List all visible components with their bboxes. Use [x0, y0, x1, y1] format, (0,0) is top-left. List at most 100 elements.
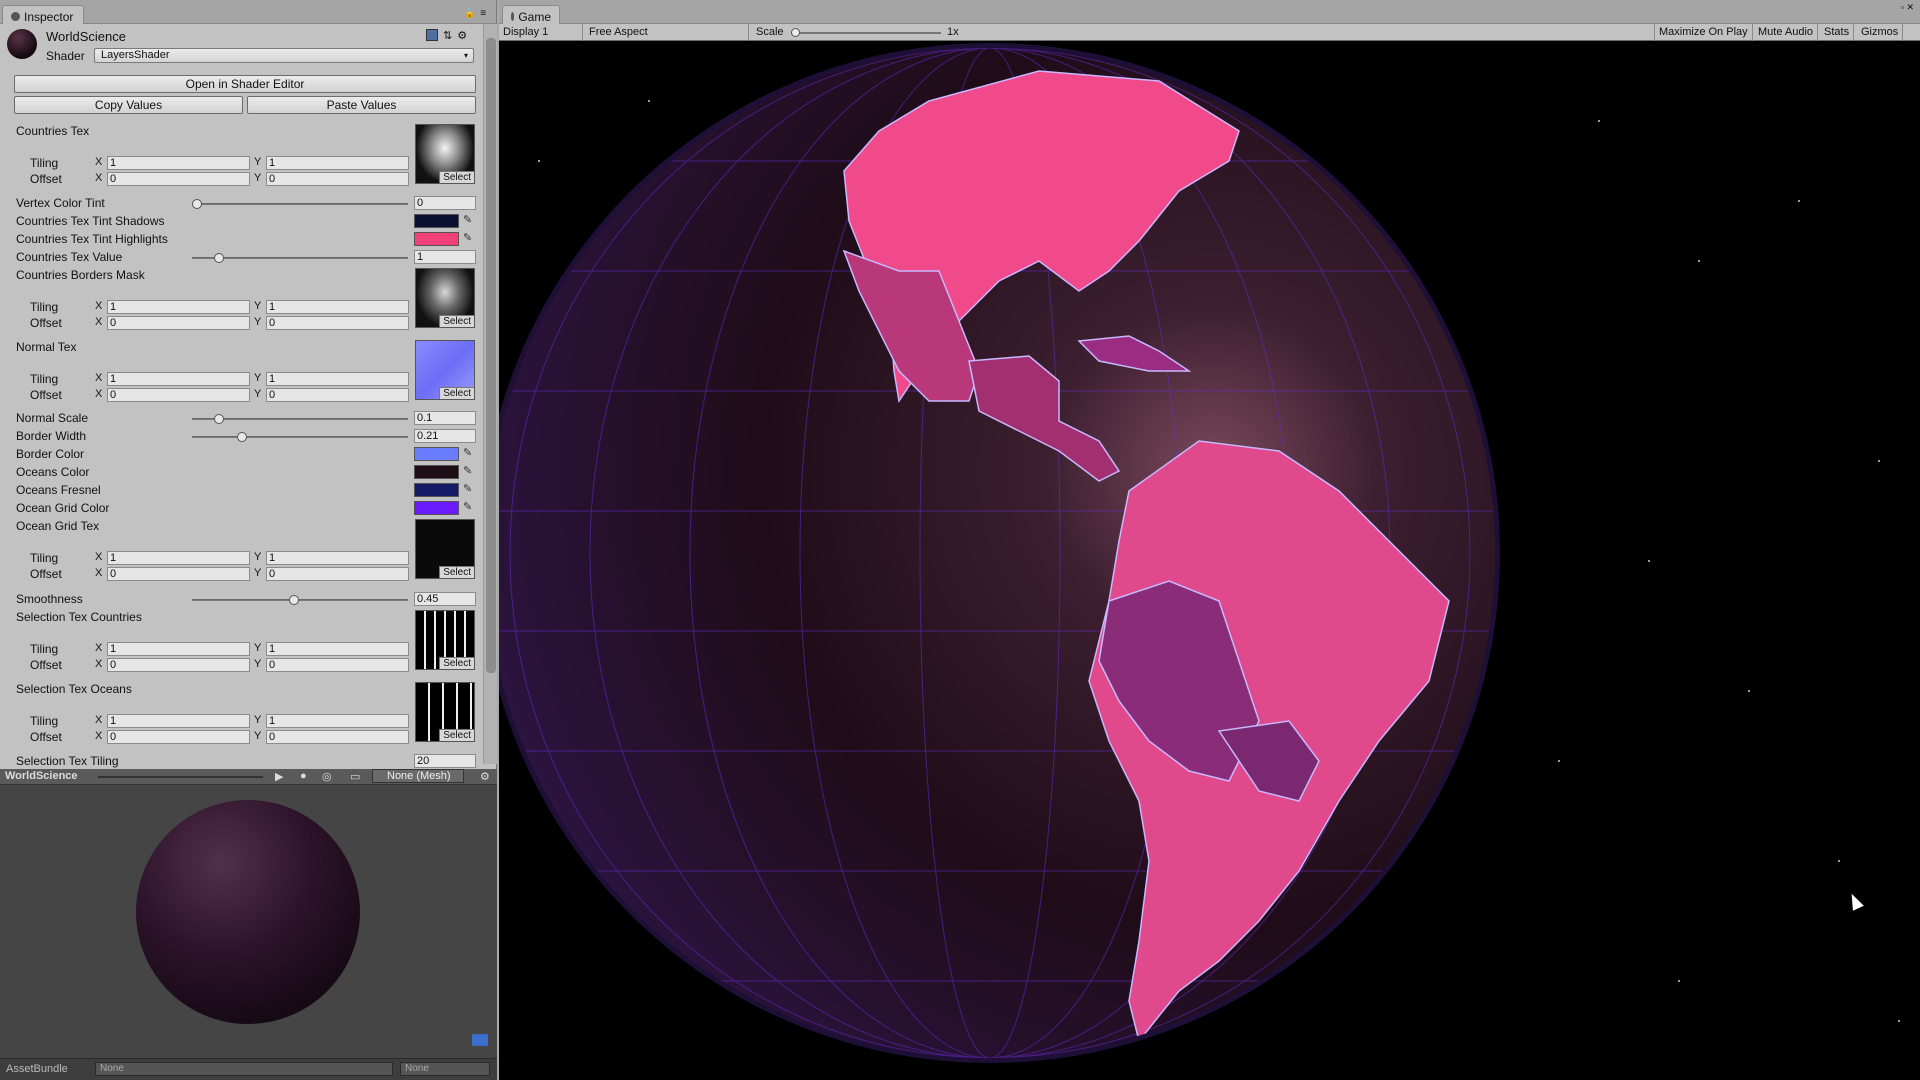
- smoothness-field[interactable]: 0.45: [414, 592, 476, 606]
- countries-tex-thumbnail[interactable]: Select: [415, 124, 475, 184]
- normal-tex-thumbnail[interactable]: Select: [415, 340, 475, 400]
- assetbundle-dropdown[interactable]: None: [95, 1062, 393, 1076]
- countries-offset-y-field[interactable]: 0: [266, 172, 409, 186]
- borders-tiling-y-field[interactable]: 1: [266, 300, 409, 314]
- tint-highlights-swatch[interactable]: [414, 232, 459, 246]
- slider-knob[interactable]: [213, 253, 224, 263]
- tint-shadows-swatch[interactable]: [414, 214, 459, 228]
- oceans-fresnel-swatch[interactable]: [414, 483, 459, 497]
- sel-tex-tiling-field[interactable]: 20: [414, 754, 476, 768]
- slider-knob[interactable]: [237, 432, 248, 442]
- material-preview-sphere[interactable]: [136, 800, 360, 1024]
- grid-tiling-x-field[interactable]: 1: [107, 551, 250, 565]
- tab-game[interactable]: Game: [502, 5, 560, 24]
- ocean-grid-tex-thumbnail[interactable]: Select: [415, 519, 475, 579]
- scale-slider[interactable]: [791, 28, 941, 37]
- assetbundle-label: AssetBundle: [6, 1063, 68, 1075]
- window-controls-icon[interactable]: ▫ ✕: [1901, 2, 1914, 13]
- menu-icon[interactable]: ≡: [480, 8, 486, 19]
- slider-knob[interactable]: [289, 595, 300, 605]
- select-button[interactable]: Select: [439, 315, 474, 327]
- grid-offset-y-field[interactable]: 0: [266, 567, 409, 581]
- mute-audio-toggle[interactable]: Mute Audio: [1754, 24, 1819, 41]
- eyedropper-icon[interactable]: ✎: [463, 231, 472, 244]
- eyedropper-icon[interactable]: ✎: [463, 446, 472, 459]
- select-button[interactable]: Select: [439, 171, 474, 183]
- aspect-dropdown[interactable]: Free Aspect: [585, 24, 749, 41]
- normal-scale-field[interactable]: 0.1: [414, 411, 476, 425]
- tex-value-slider[interactable]: [192, 253, 408, 263]
- grid-offset-x-field[interactable]: 0: [107, 567, 250, 581]
- eyedropper-icon[interactable]: ✎: [463, 213, 472, 226]
- border-color-swatch[interactable]: [414, 447, 459, 461]
- select-button[interactable]: Select: [439, 566, 474, 578]
- gizmos-dropdown[interactable]: Gizmos: [1857, 24, 1904, 41]
- lights-icon[interactable]: ◎: [322, 770, 332, 783]
- normal-offset-x-field[interactable]: 0: [107, 388, 250, 402]
- display-dropdown[interactable]: Display 1: [499, 24, 583, 41]
- sel-tex-oceans-thumbnail[interactable]: Select: [415, 682, 475, 742]
- variant-dropdown[interactable]: None: [400, 1062, 490, 1076]
- settings-icon[interactable]: ⚙: [480, 770, 490, 783]
- borders-mask-thumbnail[interactable]: Select: [415, 268, 475, 328]
- selc-offset-x-field[interactable]: 0: [107, 658, 250, 672]
- selc-offset-y-field[interactable]: 0: [266, 658, 409, 672]
- eyedropper-icon[interactable]: ✎: [463, 500, 472, 513]
- inspector-scrollbar[interactable]: [483, 24, 497, 764]
- maximize-on-play-toggle[interactable]: Maximize On Play: [1654, 24, 1753, 41]
- normal-tiling-y-field[interactable]: 1: [266, 372, 409, 386]
- tab-inspector[interactable]: Inspector: [2, 5, 84, 24]
- gear-icon[interactable]: ⚙: [457, 29, 467, 42]
- smoothness-slider[interactable]: [192, 595, 408, 605]
- tex-value-field[interactable]: 1: [414, 250, 476, 264]
- border-width-label: Border Width: [16, 429, 87, 443]
- select-button[interactable]: Select: [439, 657, 474, 669]
- game-tabbar: Game ▫ ✕: [499, 0, 1920, 24]
- mesh-field[interactable]: None (Mesh): [372, 769, 464, 783]
- normal-scale-slider[interactable]: [192, 414, 408, 424]
- countries-tiling-y-field[interactable]: 1: [266, 156, 409, 170]
- borders-offset-x-field[interactable]: 0: [107, 316, 250, 330]
- border-width-field[interactable]: 0.21: [414, 429, 476, 443]
- book-icon[interactable]: [426, 29, 438, 41]
- selo-offset-y-field[interactable]: 0: [266, 730, 409, 744]
- vertex-color-tint-field[interactable]: 0: [414, 196, 476, 210]
- scale-knob[interactable]: [791, 28, 800, 37]
- selc-tiling-y-field[interactable]: 1: [266, 642, 409, 656]
- lock-icon[interactable]: 🔒: [464, 8, 475, 19]
- eyedropper-icon[interactable]: ✎: [463, 464, 472, 477]
- normal-offset-y-field[interactable]: 0: [266, 388, 409, 402]
- oceans-color-swatch[interactable]: [414, 465, 459, 479]
- selo-tiling-x-field[interactable]: 1: [107, 714, 250, 728]
- vertex-color-tint-slider[interactable]: [192, 199, 408, 209]
- preset-icon[interactable]: ⇅: [443, 29, 452, 42]
- slider-knob[interactable]: [192, 199, 202, 209]
- countries-tiling-x-field[interactable]: 1: [107, 156, 250, 170]
- grid-tiling-y-field[interactable]: 1: [266, 551, 409, 565]
- sel-tex-countries-thumbnail[interactable]: Select: [415, 610, 475, 670]
- shader-dropdown[interactable]: LayersShader ▾: [94, 48, 474, 63]
- border-width-slider[interactable]: [192, 432, 408, 442]
- normal-tiling-x-field[interactable]: 1: [107, 372, 250, 386]
- selo-tiling-y-field[interactable]: 1: [266, 714, 409, 728]
- borders-offset-y-field[interactable]: 0: [266, 316, 409, 330]
- slider-knob[interactable]: [213, 414, 224, 424]
- sphere-icon[interactable]: ●: [300, 770, 307, 782]
- paste-values-button[interactable]: Paste Values: [247, 96, 476, 114]
- play-icon[interactable]: ▶: [275, 770, 283, 783]
- selo-offset-x-field[interactable]: 0: [107, 730, 250, 744]
- ocean-grid-color-swatch[interactable]: [414, 501, 459, 515]
- select-button[interactable]: Select: [439, 387, 474, 399]
- tag-icon[interactable]: [472, 1034, 488, 1046]
- globe-render[interactable]: [499, 41, 1920, 1080]
- countries-offset-x-field[interactable]: 0: [107, 172, 250, 186]
- normal-tex-label: Normal Tex: [16, 340, 77, 354]
- copy-values-button[interactable]: Copy Values: [14, 96, 243, 114]
- stats-toggle[interactable]: Stats: [1820, 24, 1855, 41]
- open-shader-editor-button[interactable]: Open in Shader Editor: [14, 75, 476, 93]
- borders-tiling-x-field[interactable]: 1: [107, 300, 250, 314]
- eyedropper-icon[interactable]: ✎: [463, 482, 472, 495]
- selc-tiling-x-field[interactable]: 1: [107, 642, 250, 656]
- scrollbar-thumb[interactable]: [486, 38, 496, 673]
- select-button[interactable]: Select: [439, 729, 474, 741]
